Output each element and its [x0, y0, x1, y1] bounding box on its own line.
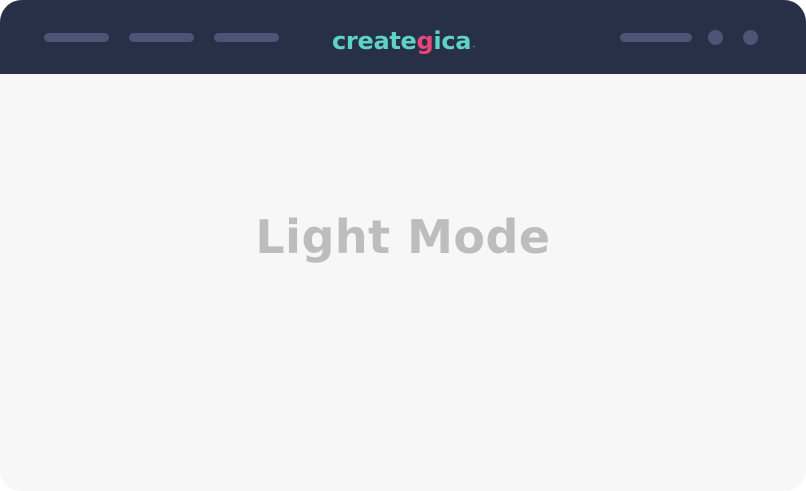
icon-placeholder-2[interactable] [743, 30, 758, 45]
logo-text-part2: ica [433, 27, 472, 55]
nav-item-placeholder-1[interactable] [44, 33, 109, 42]
icon-placeholder-1[interactable] [708, 30, 723, 45]
mode-headline: Light Mode [255, 210, 551, 264]
account-placeholder[interactable] [620, 33, 692, 42]
top-navigation-bar: creategica ™ [0, 0, 806, 74]
nav-item-placeholder-3[interactable] [214, 33, 279, 42]
logo-text-part1: create [332, 27, 417, 55]
logo-wordmark: creategica [332, 26, 471, 56]
logo-text-accent: g [416, 27, 434, 55]
createsgica-logo[interactable]: creategica ™ [332, 16, 476, 56]
logo-trademark: ™ [472, 45, 477, 50]
browser-window: creategica ™ Light Mode [0, 0, 806, 491]
nav-item-placeholder-2[interactable] [129, 33, 194, 42]
